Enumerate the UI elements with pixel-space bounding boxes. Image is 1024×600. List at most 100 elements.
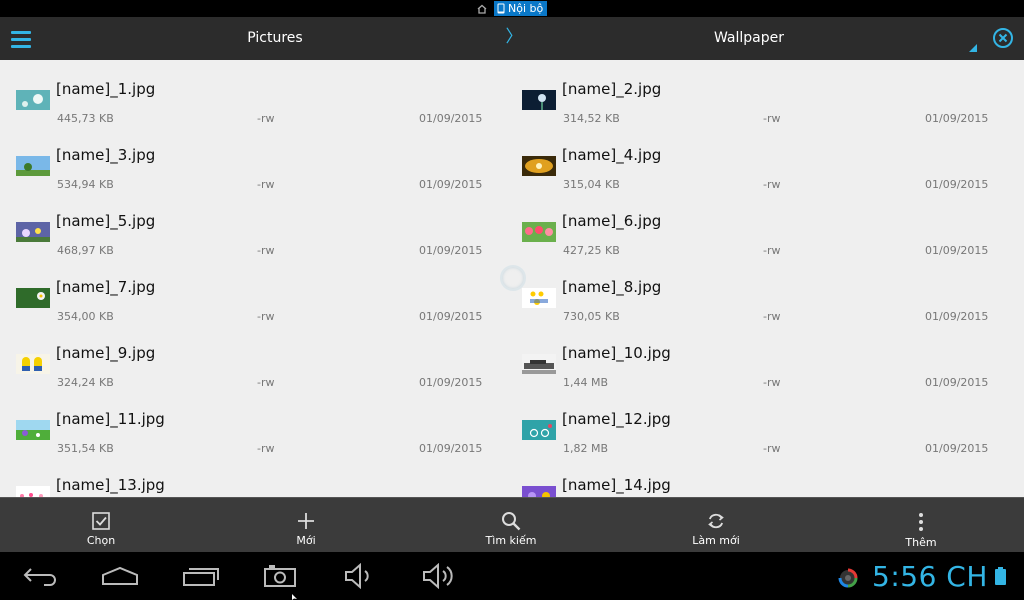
file-row: [name]_13.jpg [name]_14.jpg (0, 470, 1024, 497)
file-name: [name]_4.jpg (562, 146, 662, 164)
file-item[interactable]: [name]_9.jpg 324,24 KB -rw 01/09/2015 (0, 338, 506, 404)
path-header: Pictures 〉 Wallpaper (0, 17, 1024, 60)
home-icon[interactable] (101, 566, 139, 586)
search-label: Tìm kiếm (485, 534, 537, 547)
file-size: 1,44 MB (563, 376, 609, 389)
file-item[interactable]: [name]_5.jpg 468,97 KB -rw 01/09/2015 (0, 206, 506, 272)
file-name: [name]_13.jpg (56, 476, 165, 494)
image-thumbnail-icon (16, 420, 50, 440)
file-item[interactable]: [name]_11.jpg 351,54 KB -rw 01/09/2015 (0, 404, 506, 470)
system-nav-bar: 5:56 CH (0, 552, 1024, 600)
file-item[interactable]: [name]_4.jpg 315,04 KB -rw 01/09/2015 (506, 140, 1012, 206)
status-bar: Nội bộ (0, 0, 1024, 17)
file-row: [name]_3.jpg 534,94 KB -rw 01/09/2015 [name]… (0, 140, 1024, 206)
file-date: 01/09/2015 (925, 310, 989, 323)
file-permissions: -rw (257, 178, 275, 191)
refresh-button[interactable]: Làm mới (661, 498, 771, 553)
file-permissions: -rw (257, 244, 275, 257)
more-vert-icon (919, 513, 923, 531)
image-thumbnail-icon (522, 156, 556, 176)
file-permissions: -rw (257, 112, 275, 125)
clock[interactable]: 5:56 CH (872, 560, 988, 593)
screenshot-camera-icon[interactable] (263, 564, 297, 588)
file-size: 351,54 KB (57, 442, 114, 455)
file-item[interactable]: [name]_2.jpg 314,52 KB -rw 01/09/2015 (506, 74, 1012, 140)
more-button[interactable]: Thêm (866, 498, 976, 553)
file-date: 01/09/2015 (419, 244, 483, 257)
select-label: Chọn (86, 534, 116, 547)
file-item[interactable]: [name]_8.jpg 730,05 KB -rw 01/09/2015 (506, 272, 1012, 338)
app-notification-icon[interactable] (838, 568, 858, 588)
file-name: [name]_2.jpg (562, 80, 662, 98)
recent-apps-icon[interactable] (182, 566, 220, 586)
close-icon[interactable] (992, 27, 1014, 49)
phone-icon (497, 3, 505, 14)
loading-spinner (500, 265, 526, 291)
menu-icon[interactable] (8, 26, 34, 52)
file-list[interactable]: [name]_1.jpg 445,73 KB -rw 01/09/2015 [name]… (0, 60, 1024, 497)
dropdown-corner-icon[interactable] (969, 44, 977, 52)
file-size: 315,04 KB (563, 178, 620, 191)
refresh-icon (708, 513, 724, 529)
file-size: 468,97 KB (57, 244, 114, 257)
file-name: [name]_14.jpg (562, 476, 671, 494)
file-date: 01/09/2015 (925, 376, 989, 389)
file-name: [name]_9.jpg (56, 344, 156, 362)
file-row: [name]_1.jpg 445,73 KB -rw 01/09/2015 [name]… (0, 74, 1024, 140)
file-date: 01/09/2015 (925, 244, 989, 257)
file-size: 427,25 KB (563, 244, 620, 257)
file-date: 01/09/2015 (925, 178, 989, 191)
image-thumbnail-icon (16, 288, 50, 308)
file-row: [name]_9.jpg 324,24 KB -rw 01/09/2015 [name]… (0, 338, 1024, 404)
file-name: [name]_1.jpg (56, 80, 156, 98)
file-item[interactable]: [name]_3.jpg 534,94 KB -rw 01/09/2015 (0, 140, 506, 206)
file-permissions: -rw (763, 376, 781, 389)
file-size: 1,82 MB (563, 442, 609, 455)
home-folder-icon[interactable] (476, 3, 488, 15)
image-thumbnail-icon (522, 288, 556, 308)
file-name: [name]_7.jpg (56, 278, 156, 296)
file-date: 01/09/2015 (925, 442, 989, 455)
search-button[interactable]: Tìm kiếm (456, 498, 566, 553)
image-thumbnail-icon (522, 354, 556, 374)
file-size: 534,94 KB (57, 178, 114, 191)
battery-icon[interactable] (995, 567, 1006, 585)
file-item[interactable]: [name]_14.jpg (506, 470, 1012, 497)
breadcrumb-pictures[interactable]: Pictures (210, 17, 340, 60)
file-item[interactable]: [name]_1.jpg 445,73 KB -rw 01/09/2015 (0, 74, 506, 140)
file-permissions: -rw (257, 376, 275, 389)
select-button[interactable]: Chọn (46, 498, 156, 553)
refresh-label: Làm mới (692, 534, 740, 547)
file-item[interactable]: [name]_13.jpg (0, 470, 506, 497)
file-size: 445,73 KB (57, 112, 114, 125)
file-permissions: -rw (763, 442, 781, 455)
file-item[interactable]: [name]_7.jpg 354,00 KB -rw 01/09/2015 (0, 272, 506, 338)
storage-label: Nội bộ (508, 2, 544, 15)
file-item[interactable]: [name]_6.jpg 427,25 KB -rw 01/09/2015 (506, 206, 1012, 272)
new-button[interactable]: Mới (251, 498, 361, 553)
storage-badge[interactable]: Nội bộ (494, 1, 548, 16)
file-item[interactable]: [name]_12.jpg 1,82 MB -rw 01/09/2015 (506, 404, 1012, 470)
file-permissions: -rw (763, 112, 781, 125)
image-thumbnail-icon (16, 354, 50, 374)
volume-up-icon[interactable] (422, 563, 458, 589)
breadcrumb-wallpaper[interactable]: Wallpaper (684, 17, 814, 60)
mouse-cursor-icon (292, 594, 297, 600)
storage-indicator[interactable]: Nội bộ (476, 1, 548, 16)
image-thumbnail-icon (16, 156, 50, 176)
back-icon[interactable] (22, 566, 58, 586)
file-size: 324,24 KB (57, 376, 114, 389)
file-date: 01/09/2015 (419, 442, 483, 455)
file-name: [name]_10.jpg (562, 344, 671, 362)
volume-down-icon[interactable] (344, 563, 376, 589)
file-permissions: -rw (257, 442, 275, 455)
file-date: 01/09/2015 (419, 178, 483, 191)
file-name: [name]_8.jpg (562, 278, 662, 296)
new-label: Mới (296, 534, 316, 547)
file-size: 354,00 KB (57, 310, 114, 323)
image-thumbnail-icon (16, 222, 50, 242)
file-date: 01/09/2015 (419, 376, 483, 389)
file-item[interactable]: [name]_10.jpg 1,44 MB -rw 01/09/2015 (506, 338, 1012, 404)
image-thumbnail-icon (522, 222, 556, 242)
file-permissions: -rw (763, 310, 781, 323)
